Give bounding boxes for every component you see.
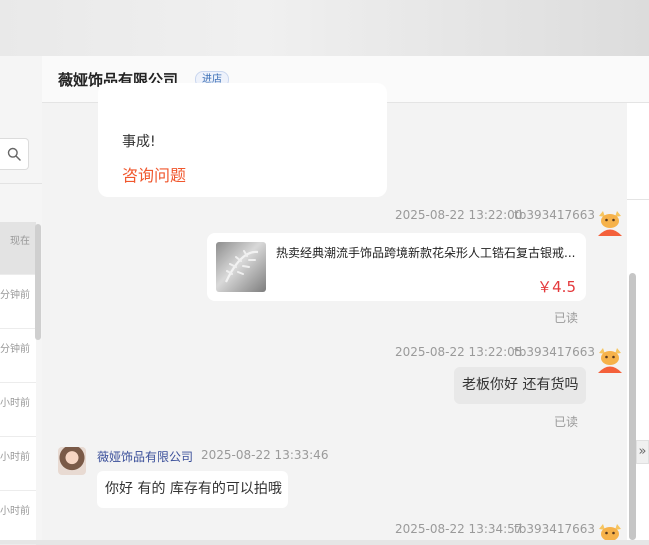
chat-scrollbar[interactable] — [629, 273, 636, 540]
double-chevron-right-icon[interactable]: » — [636, 440, 649, 464]
chat-window: 薇娅饰品有限公司 进店 事成! 咨询问题 2025-08-22 13:22:00… — [42, 56, 649, 540]
message-list: 事成! 咨询问题 2025-08-22 13:22:00 tb393417663… — [42, 83, 627, 540]
list-divider — [0, 183, 42, 184]
conversation-item[interactable]: 现在 — [0, 222, 36, 275]
message-sender: tb393417663 — [514, 345, 596, 359]
mascot-avatar-icon[interactable] — [595, 208, 625, 238]
message-sender: tb393417663 — [514, 208, 596, 222]
consult-question-link[interactable]: 咨询问题 — [122, 162, 186, 186]
search-button[interactable] — [0, 138, 29, 170]
product-image[interactable] — [216, 242, 266, 292]
mascot-avatar-icon[interactable] — [595, 345, 625, 375]
conversation-item[interactable]: 分钟前 — [0, 276, 36, 329]
conversation-time: 小时前 — [0, 398, 30, 409]
search-icon — [7, 147, 21, 161]
product-card[interactable]: 热卖经典潮流手饰品跨境新款花朵形人工锆石复古银戒... ￥4.5 — [207, 233, 586, 301]
conversation-time: 小时前 — [0, 506, 30, 517]
message-timestamp: 2025-08-22 13:22:05 — [395, 345, 523, 359]
mascot-avatar-icon[interactable] — [595, 521, 625, 540]
conversation-time: 分钟前 — [0, 344, 30, 355]
conversation-time: 分钟前 — [0, 290, 30, 301]
list-scrollbar[interactable] — [35, 224, 41, 340]
conversation-item[interactable]: 小时前 — [0, 492, 36, 545]
consult-card: 事成! 咨询问题 — [98, 83, 387, 197]
consult-text: 事成! — [122, 134, 156, 150]
conversation-item[interactable]: 分钟前 — [0, 330, 36, 383]
conversation-time: 小时前 — [0, 452, 30, 463]
side-panel-divider — [627, 199, 649, 200]
product-title: 热卖经典潮流手饰品跨境新款花朵形人工锆石复古银戒... — [276, 246, 576, 260]
reply-sender-name: 薇娅饰品有限公司 — [97, 450, 194, 464]
my-message-bubble: 老板你好 还有货吗 — [454, 367, 586, 404]
message-timestamp: 2025-08-22 13:22:00 — [395, 208, 523, 222]
message-timestamp: 2025-08-22 13:34:57 — [395, 522, 523, 536]
message-sender: tb393417663 — [514, 522, 596, 536]
product-price: ￥4.5 — [537, 278, 576, 296]
shop-message-bubble: 你好 有的 库存有的可以拍哦 — [97, 471, 288, 508]
avatar[interactable] — [58, 447, 86, 475]
read-status: 已读 — [554, 311, 579, 325]
read-status: 已读 — [554, 415, 579, 429]
conversation-time: 现在 — [10, 236, 30, 247]
conversation-item[interactable]: 小时前 — [0, 384, 36, 437]
conversation-item[interactable]: 小时前 — [0, 438, 36, 491]
message-timestamp: 2025-08-22 13:33:46 — [201, 448, 329, 462]
window-backdrop — [0, 0, 649, 56]
